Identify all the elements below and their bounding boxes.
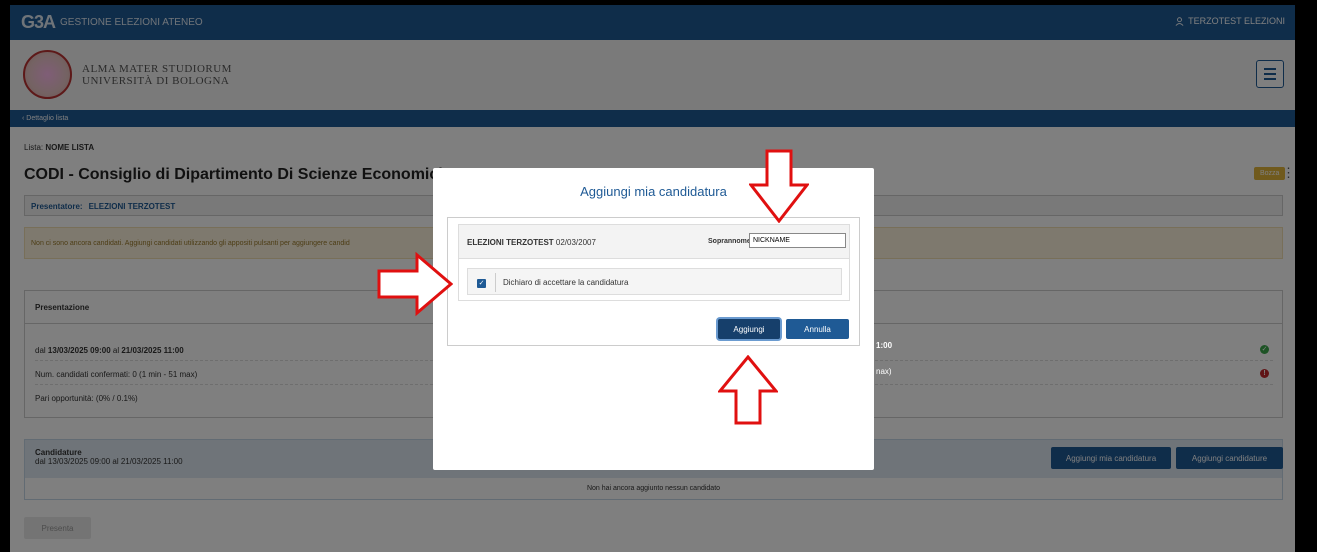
candidate-date: 02/03/2007 (555, 238, 596, 247)
accept-candidacy-row[interactable]: ✓ Dichiaro di accettare la candidatura (467, 268, 842, 295)
nickname-input[interactable] (749, 233, 846, 248)
presentazione-right-fragment-2: nax) (876, 367, 892, 376)
modal-body: ELEZIONI TERZOTEST 02/03/2007 Soprannome… (447, 217, 860, 346)
cancel-button[interactable]: Annulla (786, 319, 849, 339)
confirm-add-button[interactable]: Aggiungi (718, 319, 780, 339)
candidate-card-header: ELEZIONI TERZOTEST 02/03/2007 Soprannome… (459, 225, 849, 259)
candidate-card: ELEZIONI TERZOTEST 02/03/2007 Soprannome… (458, 224, 850, 301)
arrow-right-annotation-icon (377, 251, 453, 317)
arrow-down-annotation-icon (749, 149, 809, 223)
accept-label: Dichiaro di accettare la candidatura (503, 278, 629, 287)
app-window: G3A GESTIONE ELEZIONI ATENEO TERZOTEST E… (10, 5, 1295, 552)
accept-checkbox[interactable]: ✓ (477, 279, 486, 288)
divider (495, 273, 496, 292)
nickname-label: Soprannome: (708, 238, 754, 245)
arrow-up-annotation-icon (718, 355, 778, 425)
candidate-name: ELEZIONI TERZOTEST (467, 238, 554, 247)
presentazione-right-fragment: 1:00 (876, 341, 893, 350)
